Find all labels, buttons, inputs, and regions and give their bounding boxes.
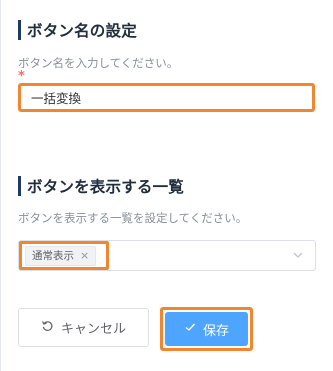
section-heading-display-list: ボタンを表示する一覧 — [18, 175, 184, 197]
cancel-button[interactable]: キャンセル — [18, 308, 149, 347]
required-asterisk: * — [18, 69, 25, 84]
chevron-down-icon[interactable] — [291, 247, 305, 261]
section-heading-button-name: ボタン名の設定 — [18, 19, 137, 41]
tag-label: 通常表示 — [32, 250, 74, 262]
save-button-label: 保存 — [202, 323, 229, 339]
close-icon[interactable]: × — [80, 249, 89, 262]
panel-left-border — [0, 0, 1, 371]
section-title: ボタンを表示する一覧 — [27, 178, 185, 196]
display-list-select[interactable]: 通常表示 × — [18, 240, 316, 271]
section-description: ボタン名を入力してください。 — [18, 56, 179, 70]
section-description: ボタンを表示する一覧を設定してください。 — [18, 211, 248, 225]
button-name-input[interactable] — [18, 83, 315, 112]
save-button[interactable]: 保存 — [165, 312, 248, 346]
section-title: ボタン名の設定 — [27, 22, 137, 40]
check-icon — [184, 321, 196, 337]
selected-tag-highlight: 通常表示 × — [19, 241, 109, 270]
cancel-button-label: キャンセル — [60, 322, 126, 337]
heading-accent-bar — [18, 20, 21, 40]
selected-tag: 通常表示 × — [25, 245, 97, 266]
reset-icon — [41, 319, 54, 336]
heading-accent-bar — [18, 176, 21, 196]
